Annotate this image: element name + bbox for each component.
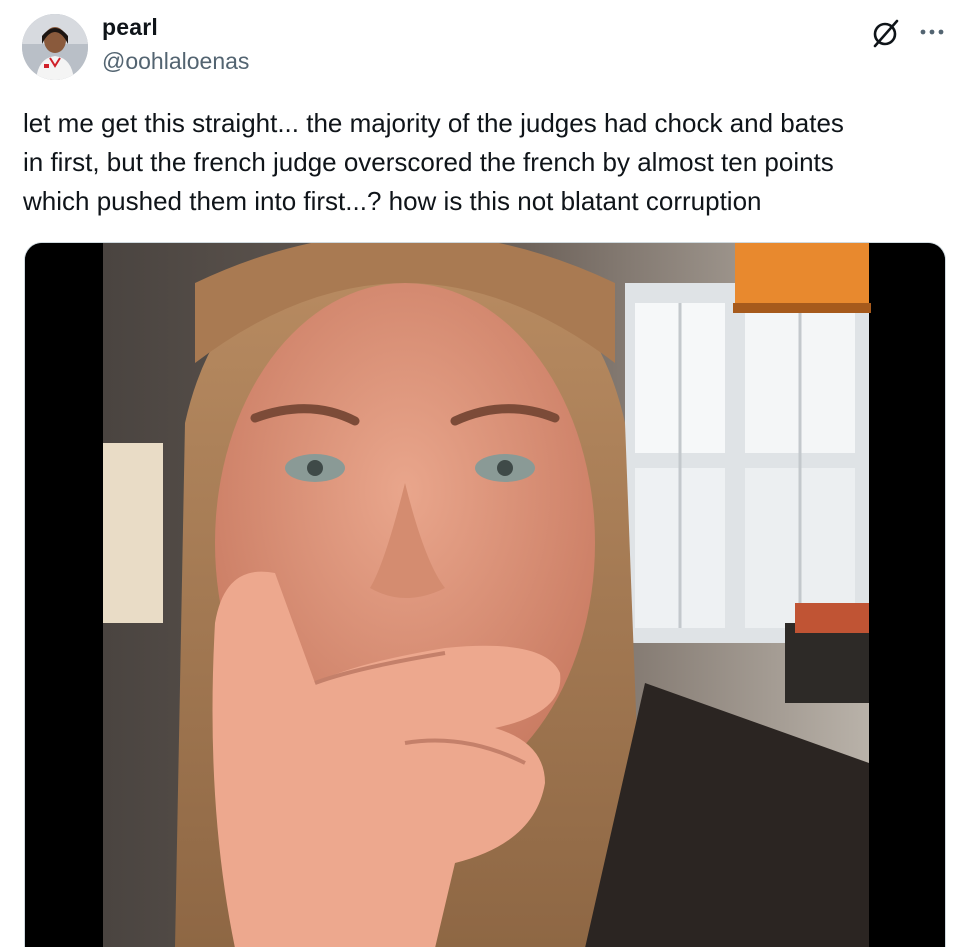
- avatar-photo-icon: [22, 14, 88, 80]
- video-thumbnail-icon: [25, 243, 945, 947]
- tweet-media-video[interactable]: [24, 242, 946, 947]
- tweet-card: pearl @oohlaloenas let me get this strai…: [0, 0, 960, 947]
- more-options-icon[interactable]: [914, 14, 950, 50]
- author-name[interactable]: pearl: [102, 14, 158, 41]
- author-handle[interactable]: @oohlaloenas: [102, 48, 249, 75]
- author-avatar[interactable]: [22, 14, 88, 80]
- grok-icon[interactable]: [870, 18, 902, 48]
- tweet-text: let me get this straight... the majority…: [23, 108, 844, 216]
